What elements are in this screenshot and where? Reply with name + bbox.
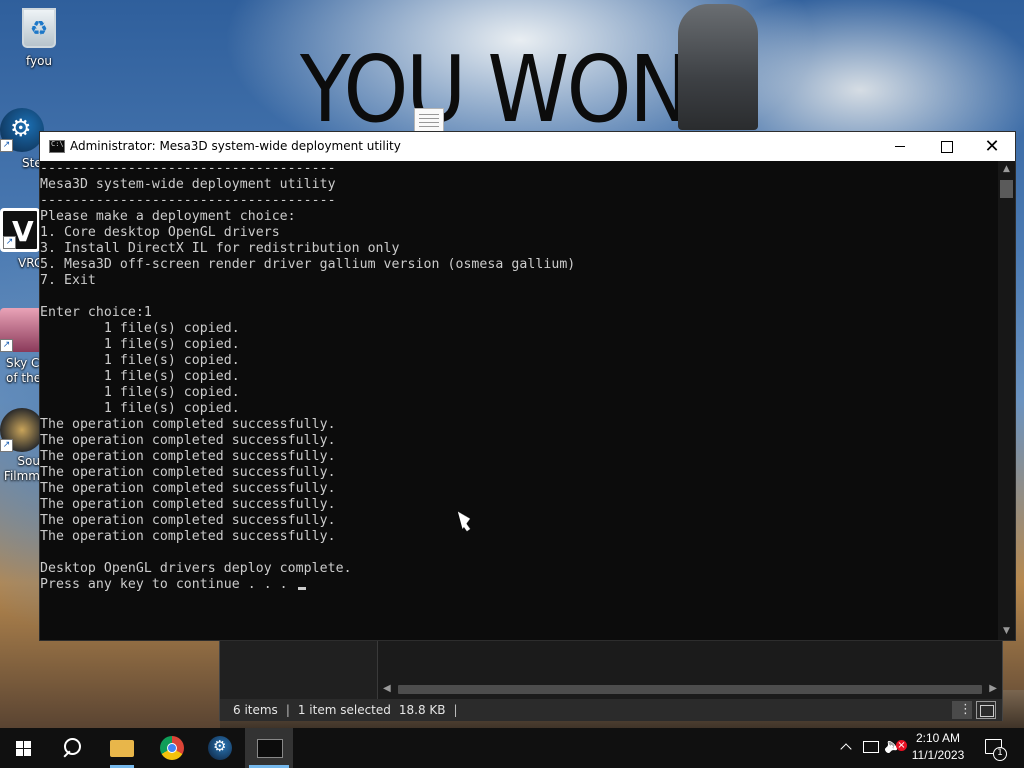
status-separator: | (453, 703, 458, 717)
console-app-icon[interactable] (49, 140, 65, 153)
close-button[interactable]: ✕ (969, 132, 1015, 161)
scroll-left-icon[interactable]: ◀ (383, 683, 391, 694)
console-line: The operation completed successfully. (40, 417, 336, 432)
search-button[interactable] (48, 728, 96, 768)
chrome-taskbar-button[interactable] (148, 728, 196, 768)
status-separator: | (285, 703, 290, 717)
command-prompt-taskbar-button[interactable] (245, 728, 293, 768)
console-line: The operation completed successfully. (40, 433, 336, 448)
console-line: 5. Mesa3D off-screen render driver galli… (40, 257, 576, 272)
desktop-icon-vrchat[interactable]: ↗ VRC (0, 208, 42, 271)
taskbar: 2:10 AM 11/1/2023 1 (0, 728, 1024, 768)
navigation-pane[interactable] (220, 641, 378, 699)
vertical-scrollbar[interactable]: ▲ ▼ (998, 161, 1015, 640)
clock-date: 11/1/2023 (911, 748, 965, 762)
shortcut-arrow-icon: ↗ (0, 439, 13, 452)
desktop-icon-recycle-bin[interactable]: fyou (1, 8, 77, 69)
sky-icon: ↗ (0, 308, 44, 352)
steam-icon: ↗ (0, 108, 44, 152)
desktop-icon-label: Sky Ch of the (6, 356, 44, 385)
desktop-icon-steam[interactable]: ↗ Ste (0, 108, 44, 171)
console-output[interactable]: ------------------------------------- Mes… (40, 161, 1000, 640)
scrollbar-thumb[interactable] (398, 685, 982, 694)
maximize-button[interactable] (923, 132, 969, 161)
shortcut-arrow-icon: ↗ (0, 139, 13, 152)
details-view-button[interactable] (952, 701, 972, 719)
source-filmmaker-icon: ↗ (0, 408, 44, 452)
window-title: Administrator: Mesa3D system-wide deploy… (70, 139, 401, 153)
scroll-up-icon[interactable]: ▲ (998, 161, 1015, 178)
notification-count-badge: 1 (993, 747, 1007, 761)
item-count: 6 items (233, 703, 278, 717)
console-line: Please make a deployment choice: (40, 209, 296, 224)
console-line: The operation completed successfully. (40, 497, 336, 512)
minimize-button[interactable] (877, 132, 923, 161)
wallpaper-headline: YOU WON (300, 36, 691, 143)
console-line: 1 file(s) copied. (40, 337, 240, 352)
start-button[interactable] (0, 728, 48, 768)
selection-size: 18.8 KB (398, 703, 446, 717)
clock-time: 2:10 AM (915, 731, 961, 745)
title-bar[interactable]: Administrator: Mesa3D system-wide deploy… (40, 132, 1015, 161)
show-hidden-icons-button[interactable] (838, 728, 856, 768)
console-line: The operation completed successfully. (40, 449, 336, 464)
console-line: 7. Exit (40, 273, 96, 288)
wallpaper-figure (678, 4, 758, 130)
console-line: 1 file(s) copied. (40, 401, 240, 416)
console-line: The operation completed successfully. (40, 465, 336, 480)
desktop-icon-label: fyou (25, 54, 53, 68)
text-cursor (297, 587, 306, 590)
vrchat-icon: ↗ (0, 208, 40, 252)
console-line: Mesa3D system-wide deployment utility (40, 177, 336, 192)
console-line: 1 file(s) copied. (40, 321, 240, 336)
console-line: The operation completed successfully. (40, 513, 336, 528)
desktop-icon-label: Ste (22, 156, 42, 170)
console-line: The operation completed successfully. (40, 481, 336, 496)
taskbar-clock[interactable]: 2:10 AM 11/1/2023 (906, 730, 970, 764)
console-line: 1 file(s) copied. (40, 385, 240, 400)
desktop-icon-label: Sou Filmm (3, 454, 40, 483)
console-line: Desktop OpenGL drivers deploy complete. (40, 561, 352, 576)
console-line: 1 file(s) copied. (40, 369, 240, 384)
file-explorer-taskbar-button[interactable] (98, 728, 146, 768)
network-icon[interactable] (861, 728, 881, 768)
steam-taskbar-button[interactable] (196, 728, 244, 768)
selection-count: 1 item selected (297, 703, 391, 717)
console-line: Press any key to continue . . . (40, 577, 1000, 593)
console-line: The operation completed successfully. (40, 529, 336, 544)
console-line: 3. Install DirectX IL for redistribution… (40, 241, 400, 256)
command-prompt-window[interactable]: Administrator: Mesa3D system-wide deploy… (39, 131, 1016, 641)
shortcut-arrow-icon: ↗ (3, 236, 16, 249)
console-line: ------------------------------------- (40, 161, 336, 176)
scroll-right-icon[interactable]: ▶ (989, 683, 997, 694)
console-line: Enter choice:1 (40, 305, 152, 320)
file-explorer-window: ◀ ▶ 6 items | 1 item selected 18.8 KB | (219, 640, 1003, 721)
action-center-button[interactable]: 1 (980, 728, 1010, 768)
volume-muted-icon[interactable] (884, 728, 908, 768)
scrollbar-thumb[interactable] (1000, 180, 1013, 198)
console-line: 1 file(s) copied. (40, 353, 240, 368)
recycle-bin-icon (22, 8, 56, 48)
scroll-down-icon[interactable]: ▼ (998, 623, 1015, 640)
console-line: ------------------------------------- (40, 193, 336, 208)
desktop-icon-sky[interactable]: ↗ Sky Ch of the (0, 308, 44, 386)
horizontal-scrollbar[interactable]: ◀ ▶ (380, 681, 1000, 697)
shortcut-arrow-icon: ↗ (0, 339, 13, 352)
status-bar: 6 items | 1 item selected 18.8 KB | (220, 699, 1002, 721)
large-icons-view-button[interactable] (976, 701, 996, 719)
desktop-icon-label: VRC (18, 256, 42, 270)
console-line: 1. Core desktop OpenGL drivers (40, 225, 280, 240)
desktop-icon-source-filmmaker[interactable]: ↗ Sou Filmm (0, 408, 44, 484)
